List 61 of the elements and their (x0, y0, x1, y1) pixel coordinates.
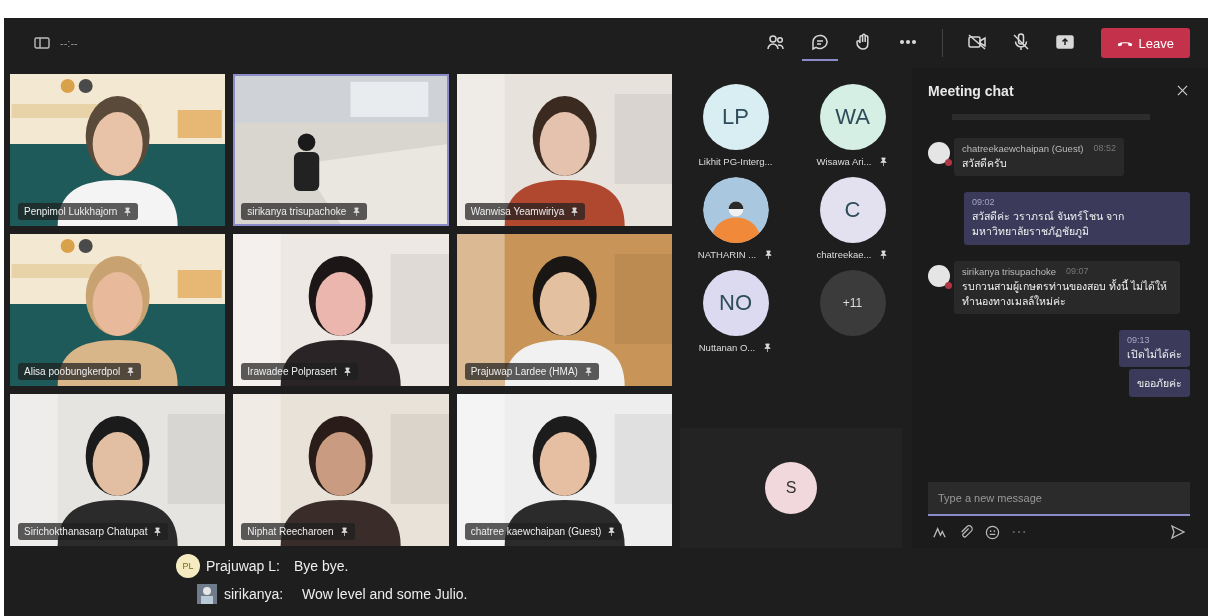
avatar-icon (928, 142, 950, 164)
avatar-initials[interactable]: WA (819, 84, 886, 150)
participant-name: Penpimol Lukkhajorn (24, 206, 118, 217)
speaker-name: Prajuwap L: (206, 558, 280, 574)
message-time: 08:52 (1093, 143, 1116, 154)
participant-name: Nuttanan O... (698, 342, 756, 353)
message-time: 09:02 (972, 197, 996, 208)
speaker-name: sirikanya: (224, 586, 285, 602)
pin-icon (607, 527, 617, 536)
participant-name: Likhit PG-Interg... (698, 156, 773, 167)
caption-text: Wow level and some Julio. (302, 586, 468, 602)
sender-name: chatreekaewchaipan (Guest) (962, 143, 1084, 154)
layout-icon[interactable] (34, 35, 50, 51)
avatar-icon (928, 264, 950, 287)
camera-off-icon[interactable] (966, 32, 987, 52)
chat-icon[interactable] (809, 32, 830, 52)
message-time: 09:13 (1127, 335, 1151, 346)
caption-text: Bye bye. (293, 558, 349, 574)
format-icon[interactable] (932, 524, 947, 540)
pin-icon (339, 527, 349, 536)
pin-icon (123, 207, 133, 216)
pin-icon (583, 367, 593, 376)
attach-icon[interactable] (959, 525, 973, 539)
meeting-timer: --:-- (60, 37, 78, 49)
participant-name: chatreekae... (816, 249, 872, 260)
leave-button[interactable]: Leave (1100, 28, 1190, 58)
participant-name: Alisa poobungkerdpol (24, 366, 121, 377)
message-time: 09:07 (1066, 265, 1089, 277)
message-text: สวัสดีครับ (962, 156, 1008, 171)
pin-icon (153, 527, 163, 536)
message-field[interactable]: Type a new message (928, 482, 1190, 516)
participant-name: Niphat Reecharoen (247, 526, 334, 537)
pin-icon (570, 207, 580, 216)
participant-name: NATHARIN ... (697, 249, 757, 260)
participant-name: Wisawa Ari... (816, 156, 872, 167)
avatar-initials[interactable]: LP (702, 84, 769, 150)
avatar-initials[interactable]: NO (702, 270, 769, 336)
participant-name: Sirichokthanasarp Chatupat (24, 526, 148, 537)
sender-name: sirikanya trisupachoke (962, 265, 1056, 277)
participant-name: Wanwisa Yeamwiriya (470, 206, 565, 217)
avatar-initials[interactable]: C (819, 177, 886, 243)
mic-off-icon[interactable] (1010, 32, 1031, 52)
chat-title: Meeting chat (928, 83, 1014, 99)
people-icon[interactable] (765, 32, 786, 52)
emoji-icon[interactable] (985, 524, 1000, 540)
participant-name: Prajuwap Lardee (HMA) (470, 366, 578, 377)
pin-icon (126, 367, 136, 376)
message-text: เปิดไม่ได้ค่ะ (1127, 347, 1182, 363)
avatar-initials: PL (176, 554, 200, 578)
share-icon[interactable] (1054, 32, 1075, 52)
message-text: รบกวนสามผู้เกษตรท่านของสอบ ทั้งนี้ ไม่ได้ให้ทำนองทางเมลล์ใหม่ค่ะ (962, 278, 1168, 309)
participant-name: Irawadee Polprasert (247, 366, 337, 377)
more-participants-button[interactable]: +11 (819, 270, 886, 336)
pin-icon (352, 207, 362, 216)
message-text: ขออภัยค่ะ (1137, 376, 1182, 392)
pin-icon (342, 367, 352, 376)
send-icon[interactable] (1170, 524, 1186, 540)
avatar-initials: S (765, 462, 817, 514)
participant-name: sirikanya trisupachoke (247, 206, 347, 217)
message-text: สวัสดีค่ะ วราภรณ์ จันทร์โชน จาก มหาวิทยาลัยราชภัฏชัยภูมิ (972, 209, 1125, 240)
participant-name: chatree kaewchaipan (Guest) (470, 526, 602, 537)
